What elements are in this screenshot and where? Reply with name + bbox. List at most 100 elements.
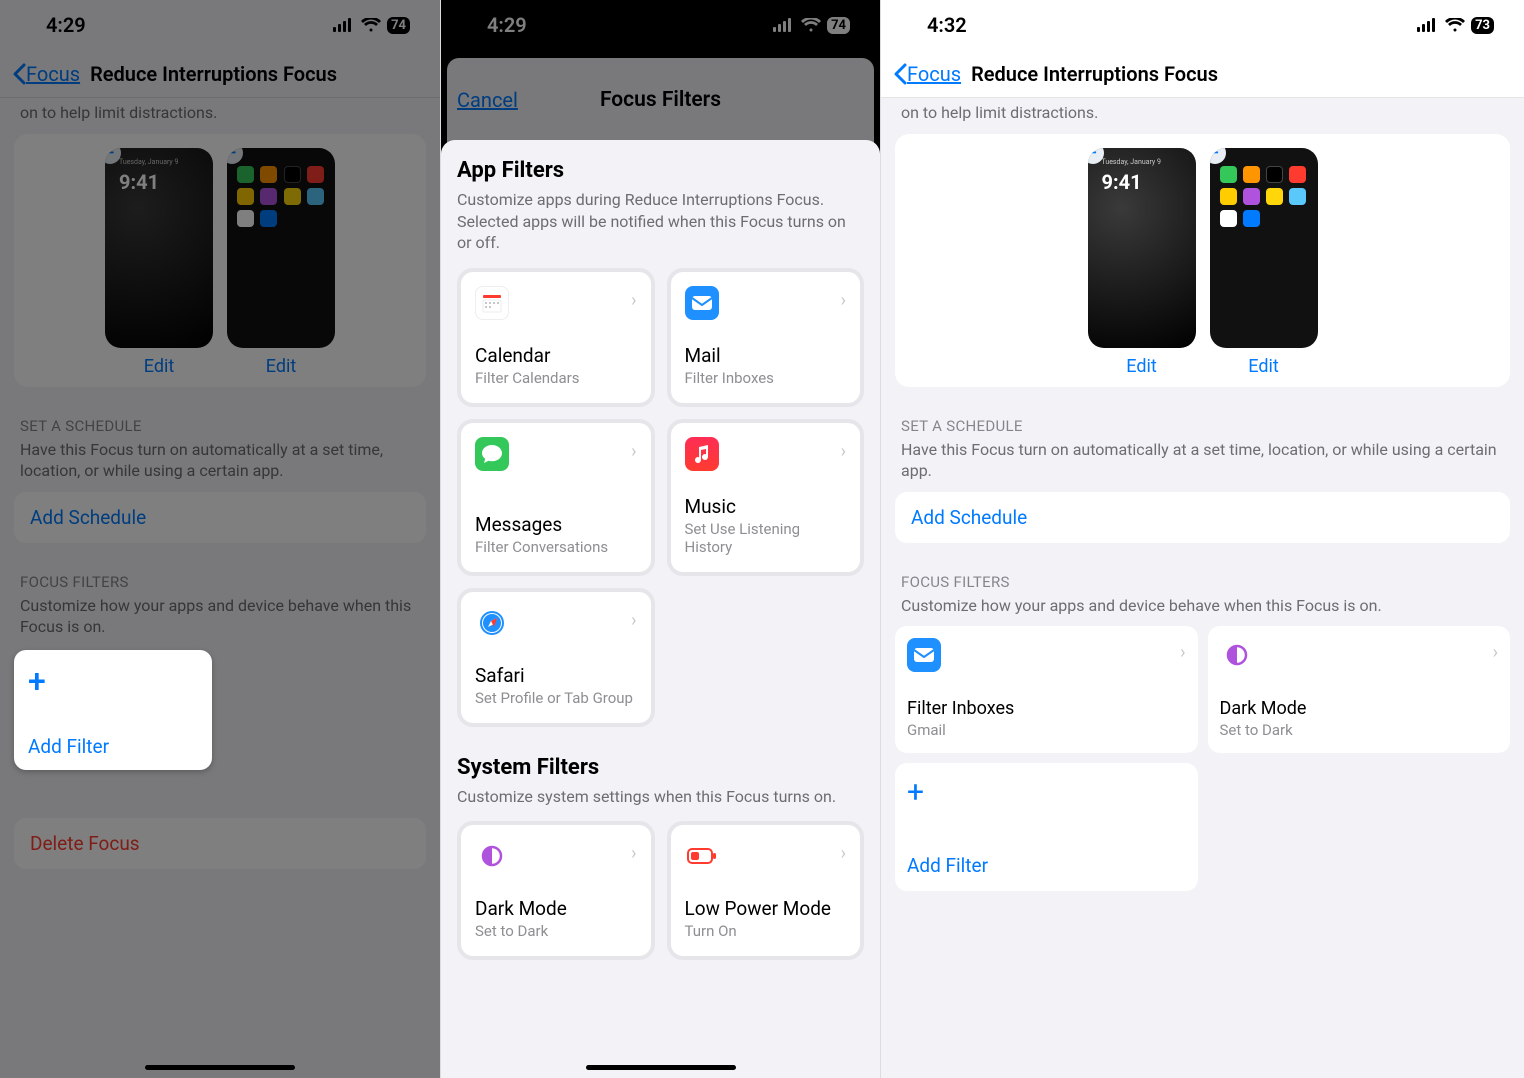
edit-lock-screen[interactable]: Edit (144, 356, 174, 377)
filter-title: Low Power Mode (685, 897, 847, 920)
nav-title: Reduce Interruptions Focus (971, 62, 1218, 86)
chevron-right-icon: › (631, 610, 636, 631)
home-screen-preview[interactable]: − Edit (225, 148, 337, 377)
filter-mail-inboxes[interactable]: › Filter Inboxes Gmail (895, 626, 1198, 753)
battery-icon: 74 (387, 17, 410, 34)
wifi-icon (1445, 18, 1465, 32)
filter-calendar[interactable]: › Calendar Filter Calendars (457, 268, 655, 407)
add-filter-tile[interactable]: + Add Filter (895, 763, 1198, 891)
schedule-title: SET A SCHEDULE (20, 417, 420, 435)
nav-bar: Focus Reduce Interruptions Focus (881, 50, 1524, 98)
delete-focus-button[interactable]: Delete Focus (14, 818, 426, 869)
schedule-desc: Have this Focus turn on automatically at… (901, 439, 1504, 482)
filter-messages[interactable]: › Messages Filter Conversations (457, 419, 655, 576)
battery-icon: 74 (827, 17, 850, 34)
edit-lock-screen[interactable]: Edit (1126, 356, 1156, 377)
filter-sub: Filter Inboxes (685, 369, 847, 387)
active-filters-grid: › Filter Inboxes Gmail › Dark Mode Set t… (895, 626, 1510, 891)
add-filter-label: Add Filter (28, 735, 198, 758)
app-filters-desc: Customize apps during Reduce Interruptio… (457, 189, 864, 254)
home-indicator (145, 1065, 295, 1070)
filter-music[interactable]: › Music Set Use Listening History (667, 419, 865, 576)
filter-sub: Set Use Listening History (685, 520, 847, 556)
filter-title: Messages (475, 513, 637, 536)
filter-sub: Gmail (907, 721, 1186, 739)
sheet-nav: Cancel Focus Filters (441, 70, 880, 130)
chevron-right-icon: › (631, 441, 636, 462)
screenshot-1: 4:29 74 Focus Reduce Interruptions Focus… (0, 0, 440, 1078)
status-bar: 4:32 73 (881, 0, 1524, 50)
filter-low-power[interactable]: › Low Power Mode Turn On (667, 821, 865, 960)
lock-date: Tuesday, January 9 (119, 158, 178, 166)
edit-home-screen[interactable]: Edit (266, 356, 296, 377)
nav-title: Reduce Interruptions Focus (90, 62, 337, 86)
lock-date: Tuesday, January 9 (1102, 158, 1161, 166)
filter-sub: Set to Dark (1220, 721, 1499, 739)
messages-icon (475, 437, 509, 471)
edit-home-screen[interactable]: Edit (1248, 356, 1278, 377)
schedule-desc: Have this Focus turn on automatically at… (20, 439, 420, 482)
status-bar: 4:29 74 (441, 0, 880, 50)
add-filter-tile[interactable]: + Add Filter (14, 650, 212, 770)
focus-filters-sheet: App Filters Customize apps during Reduce… (441, 140, 880, 1078)
filter-sub: Turn On (685, 922, 847, 940)
calendar-icon (475, 286, 509, 320)
app-filters-grid: › Calendar Filter Calendars › Mail Filte… (457, 268, 864, 727)
nav-bar: Focus Reduce Interruptions Focus (0, 50, 440, 98)
schedule-title: SET A SCHEDULE (901, 417, 1504, 435)
lock-time: 9:41 (119, 170, 159, 194)
screenshot-3: 4:32 73 Focus Reduce Interruptions Focus… (880, 0, 1524, 1078)
remove-badge[interactable]: − (227, 148, 243, 164)
filter-title: Calendar (475, 344, 637, 367)
filters-header: FOCUS FILTERS Customize how your apps an… (895, 573, 1510, 617)
filters-title: FOCUS FILTERS (901, 573, 1504, 591)
back-button[interactable]: Focus (893, 62, 961, 86)
filters-desc: Customize how your apps and device behav… (20, 595, 420, 638)
filter-title: Filter Inboxes (907, 698, 1186, 719)
chevron-right-icon: › (841, 843, 846, 864)
back-button[interactable]: Focus (12, 62, 80, 86)
back-label: Focus (26, 62, 80, 86)
status-icons: 73 (1417, 17, 1494, 34)
system-filters-title: System Filters (457, 755, 864, 780)
system-filters-desc: Customize system settings when this Focu… (457, 786, 864, 808)
mail-icon (907, 638, 941, 672)
low-power-icon (685, 839, 719, 873)
chevron-left-icon (893, 63, 907, 85)
screenshot-2: 4:29 74 Cancel Focus Filters App Filters… (440, 0, 880, 1078)
chevron-right-icon: › (841, 290, 846, 311)
lock-screen-preview[interactable]: − Tuesday, January 9 9:41 Edit (103, 148, 215, 377)
sheet-title: Focus Filters (600, 88, 721, 112)
filters-title: FOCUS FILTERS (20, 573, 420, 591)
add-filter-label: Add Filter (907, 854, 1186, 877)
mail-icon (685, 286, 719, 320)
chevron-right-icon: › (631, 843, 636, 864)
filter-safari[interactable]: › Safari Set Profile or Tab Group (457, 588, 655, 727)
filter-title: Dark Mode (475, 897, 637, 920)
cancel-button[interactable]: Cancel (457, 88, 518, 112)
schedule-header: SET A SCHEDULE Have this Focus turn on a… (14, 417, 426, 482)
intro-text: on to help limit distractions. (14, 98, 426, 134)
home-indicator (586, 1065, 736, 1070)
filter-dark-mode[interactable]: › Dark Mode Set to Dark (1208, 626, 1511, 753)
lock-screen-preview[interactable]: − Tuesday, January 9 9:41 Edit (1086, 148, 1198, 377)
add-schedule-button[interactable]: Add Schedule (14, 492, 426, 543)
app-filters-title: App Filters (457, 158, 864, 183)
music-icon (685, 437, 719, 471)
home-screen-preview[interactable]: − Edit (1208, 148, 1320, 377)
filter-dark-mode[interactable]: › Dark Mode Set to Dark (457, 821, 655, 960)
remove-badge[interactable]: − (1210, 148, 1226, 164)
back-label: Focus (907, 62, 961, 86)
chevron-left-icon (12, 63, 26, 85)
filter-sub: Filter Conversations (475, 538, 637, 556)
chevron-right-icon: › (1493, 642, 1498, 663)
schedule-header: SET A SCHEDULE Have this Focus turn on a… (895, 417, 1510, 482)
plus-icon: + (28, 662, 198, 700)
wifi-icon (361, 18, 381, 32)
filter-sub: Set Profile or Tab Group (475, 689, 637, 707)
content: on to help limit distractions. − Tuesday… (881, 98, 1524, 891)
filter-mail[interactable]: › Mail Filter Inboxes (667, 268, 865, 407)
add-schedule-button[interactable]: Add Schedule (895, 492, 1510, 543)
wifi-icon (801, 18, 821, 32)
filter-sub: Set to Dark (475, 922, 637, 940)
